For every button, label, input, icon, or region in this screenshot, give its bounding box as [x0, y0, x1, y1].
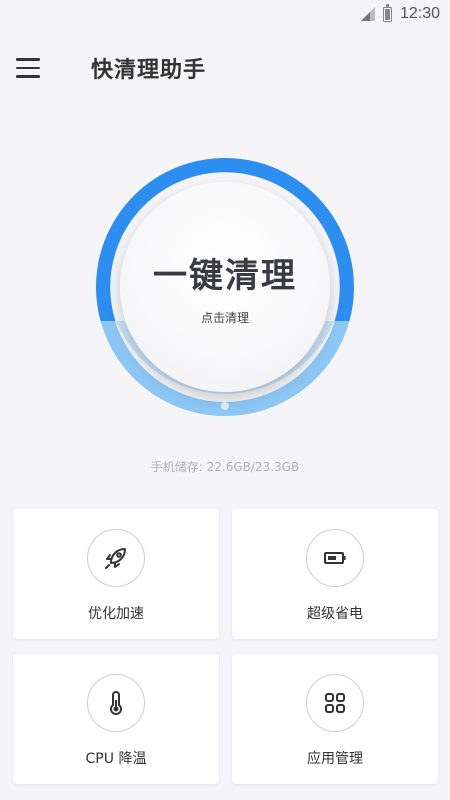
battery-icon [306, 529, 364, 587]
signal-icon [360, 7, 375, 21]
card-label: 应用管理 [307, 751, 363, 767]
power-saving-card[interactable]: 超级省电 [232, 509, 438, 639]
optimize-speed-card[interactable]: 优化加速 [13, 509, 219, 639]
status-time: 12:30 [399, 5, 440, 22]
app-management-card[interactable]: 应用管理 [232, 654, 438, 784]
apps-grid-icon [306, 674, 364, 732]
clean-ring: 一键清理 点击清理 [96, 158, 354, 416]
cpu-cooling-card[interactable]: CPU 降温 [13, 654, 219, 784]
one-click-clean-button[interactable]: 一键清理 点击清理 [120, 182, 330, 392]
ring-indicator-dot [221, 402, 229, 410]
battery-icon [382, 3, 392, 22]
rocket-icon [87, 529, 145, 587]
storage-info: 手机储存: 22.6GB/23.3GB [150, 460, 300, 474]
card-label: 超级省电 [307, 606, 363, 622]
status-bar: 12:30 [0, 0, 450, 28]
thermometer-icon [87, 674, 145, 732]
clean-sub-label: 点击清理 [200, 311, 249, 325]
card-label: 优化加速 [88, 606, 144, 622]
card-label: CPU 降温 [85, 751, 147, 767]
clean-main-label: 一键清理 [153, 256, 297, 296]
app-bar: 快清理助手 [0, 40, 450, 96]
hamburger-menu-icon[interactable] [16, 48, 56, 88]
app-title: 快清理助手 [91, 58, 207, 83]
